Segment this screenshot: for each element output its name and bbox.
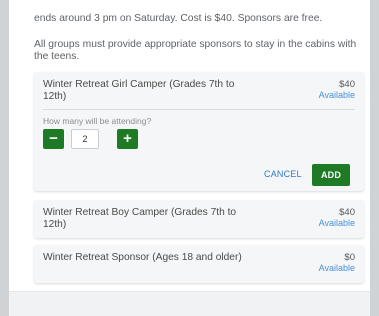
ticket-card-sponsor[interactable]: Winter Retreat Sponsor (Ages 18 and olde… [34,245,364,283]
footer-strip [9,291,370,316]
quantity-label: How many will be attending? [43,116,152,126]
add-button[interactable]: ADD [312,164,350,186]
ticket-title: Winter Retreat Sponsor (Ages 18 and olde… [43,252,242,263]
ticket-title: Winter Retreat Boy Camper (Grades 7th to… [43,207,237,230]
ticket-price: $0 [344,252,355,263]
event-description-line-1: ends around 3 pm on Saturday. Cost is $4… [34,13,323,24]
ticket-status: Available [318,90,355,100]
ticket-card-boy-camper[interactable]: Winter Retreat Boy Camper (Grades 7th to… [34,200,364,238]
ticket-status: Available [318,218,355,228]
ticket-price: $40 [339,207,355,218]
ticket-card-girl-camper[interactable]: Winter Retreat Girl Camper (Grades 7th t… [34,72,364,191]
ticket-price: $40 [339,79,355,90]
quantity-input[interactable] [71,129,99,149]
decrement-button[interactable]: − [43,129,64,149]
ticket-status: Available [318,263,355,273]
cancel-button[interactable]: CANCEL [264,169,302,179]
increment-button[interactable]: + [117,129,138,149]
card-divider [43,109,355,110]
ticket-title: Winter Retreat Girl Camper (Grades 7th t… [43,79,235,102]
registration-panel: ends around 3 pm on Saturday. Cost is $4… [9,0,370,316]
event-description-line-2: All groups must provide appropriate spon… [34,39,357,62]
